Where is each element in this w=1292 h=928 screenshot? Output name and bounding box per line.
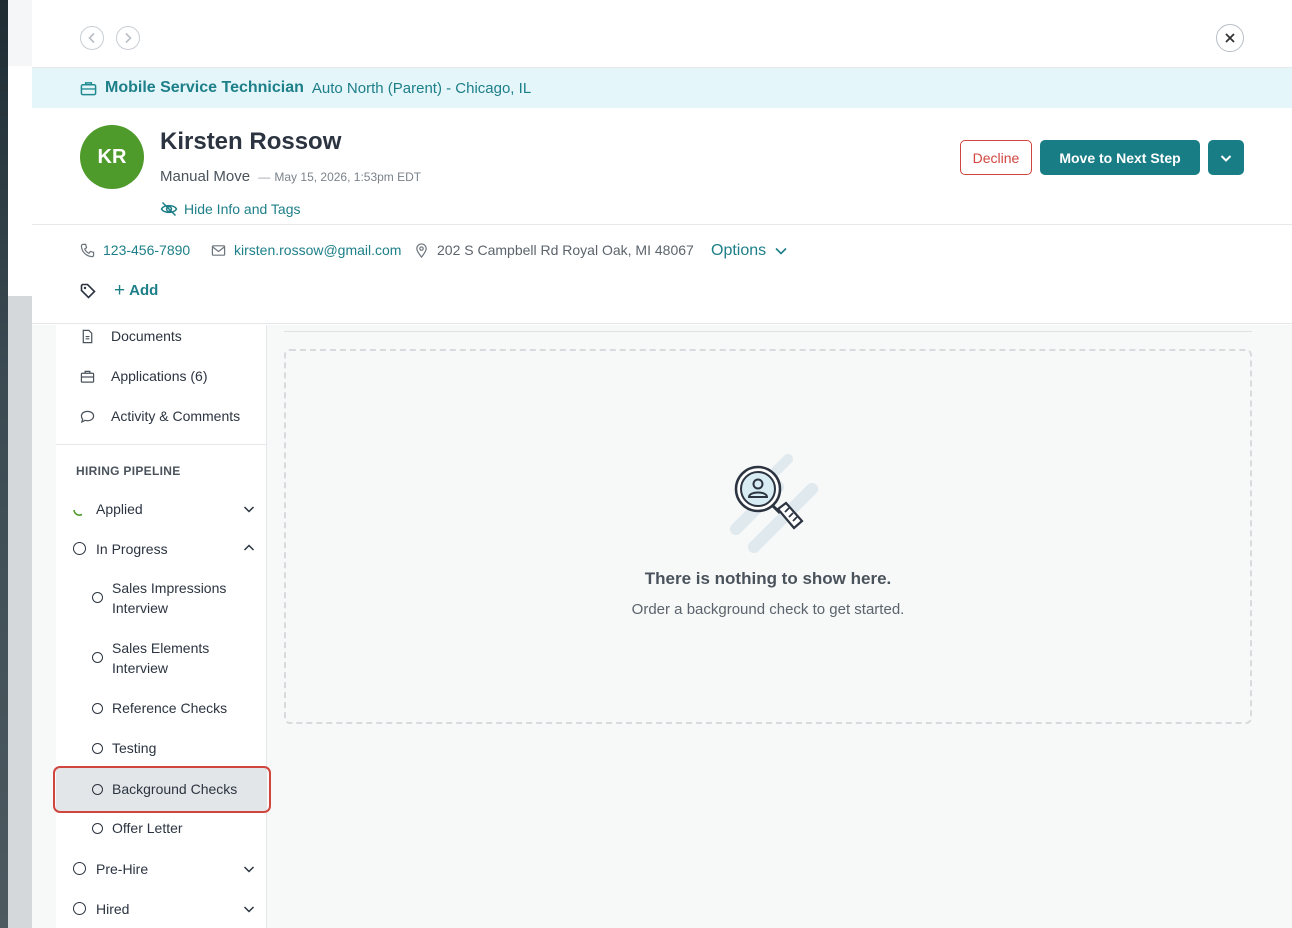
job-title-link[interactable]: Mobile Service Technician [105, 79, 304, 97]
progress-ring-icon [73, 509, 83, 516]
add-tag-label: Add [129, 282, 159, 299]
briefcase-icon [80, 81, 97, 95]
backdrop-bottom [8, 296, 32, 928]
tags-row: + Add [80, 281, 158, 300]
chevron-up-icon [243, 544, 255, 551]
briefcase-icon [80, 370, 95, 383]
document-icon [82, 329, 93, 343]
job-banner: Mobile Service Technician Auto North (Pa… [32, 68, 1292, 108]
avatar: KR [80, 125, 144, 189]
close-icon [1225, 33, 1235, 43]
pipeline-stage-hired[interactable]: Hired [56, 897, 267, 921]
selected-step-highlight [53, 766, 271, 813]
chevron-down-icon [1220, 154, 1232, 162]
add-tag-button[interactable]: + Add [114, 281, 158, 300]
tag-icon [80, 283, 96, 299]
eye-off-icon [160, 201, 178, 217]
options-label: Options [711, 242, 767, 259]
hide-info-label: Hide Info and Tags [184, 201, 301, 217]
pipeline-step-label: Testing [112, 740, 157, 756]
pipeline-stage-label: Hired [96, 901, 130, 917]
contact-info: 123-456-7890 kirsten.rossow@gmail.com 20… [32, 225, 1292, 324]
close-button[interactable] [1216, 24, 1244, 52]
plus-icon: + [114, 280, 126, 301]
next-candidate-button[interactable] [116, 26, 140, 50]
phone-icon [80, 243, 95, 257]
candidate-source: Manual Move [160, 168, 251, 185]
pipeline-stage-pre-hire[interactable]: Pre-Hire [56, 857, 267, 881]
phone-link[interactable]: 123-456-7890 [103, 242, 190, 258]
circle-icon [92, 823, 103, 834]
pipeline-step-label: Reference Checks [112, 700, 228, 716]
comment-icon [80, 410, 95, 423]
sidebar-item-label: Activity & Comments [111, 408, 241, 424]
sidebar-item-activity[interactable]: Activity & Comments [80, 408, 240, 424]
pipeline-step-label: Sales Impressions Interview [112, 580, 227, 616]
previous-candidate-button[interactable] [80, 26, 104, 50]
circle-icon [73, 542, 86, 555]
hide-info-toggle[interactable]: Hide Info and Tags [160, 200, 301, 218]
pipeline-stage-in-progress[interactable]: In Progress [56, 537, 267, 561]
chevron-left-icon [88, 32, 95, 44]
chevron-down-icon [243, 506, 255, 513]
pipeline-stage-label: In Progress [96, 541, 168, 557]
source-separator: — [258, 170, 271, 184]
backdrop [0, 0, 32, 928]
candidate-panel: Mobile Service Technician Auto North (Pa… [32, 0, 1292, 928]
pipeline-step-sales-elements[interactable]: Sales Elements Interview [56, 637, 267, 681]
address-text: 202 S Campbell Rd Royal Oak, MI 48067 [437, 242, 694, 258]
pipeline-stage-applied[interactable]: Applied [56, 497, 267, 521]
move-to-next-step-button[interactable]: Move to Next Step [1040, 140, 1200, 175]
content-divider [284, 331, 1252, 332]
circle-icon [92, 652, 103, 663]
empty-state-title: There is nothing to show here. [644, 569, 892, 588]
panel-body: Documents Applications (6) Activity & Co… [32, 325, 1292, 928]
sidebar-divider [56, 444, 267, 445]
sidebar-item-applications[interactable]: Applications (6) [80, 368, 208, 384]
phone-item: 123-456-7890 [80, 242, 190, 258]
email-link[interactable]: kirsten.rossow@gmail.com [234, 242, 401, 258]
chevron-down-icon [775, 247, 787, 255]
pipeline-step-reference-checks[interactable]: Reference Checks [56, 697, 267, 721]
pipeline-step-label: Sales Elements Interview [112, 640, 210, 676]
options-dropdown[interactable]: Options [711, 242, 788, 260]
circle-icon [73, 862, 86, 875]
circle-icon [92, 743, 103, 754]
address-item: 202 S Campbell Rd Royal Oak, MI 48067 [414, 242, 694, 258]
email-item: kirsten.rossow@gmail.com [211, 242, 401, 258]
panel-topbar [32, 0, 1292, 68]
pipeline-step-sales-impressions[interactable]: Sales Impressions Interview [56, 577, 267, 621]
chevron-down-icon [243, 866, 255, 873]
empty-state-subtitle: Order a background check to get started. [631, 601, 905, 618]
circle-icon [92, 592, 103, 603]
more-actions-dropdown-button[interactable] [1208, 140, 1244, 175]
backdrop-top [8, 0, 32, 66]
decline-button[interactable]: Decline [960, 140, 1032, 175]
job-location: Auto North (Parent) - Chicago, IL [311, 79, 532, 97]
pipeline-step-offer-letter[interactable]: Offer Letter [56, 817, 267, 841]
magnifier-person-icon [730, 454, 818, 553]
pipeline-heading: HIRING PIPELINE [76, 464, 181, 478]
pipeline-step-testing[interactable]: Testing [56, 737, 267, 761]
location-pin-icon [416, 242, 427, 258]
pipeline-stage-label: Pre-Hire [96, 861, 149, 877]
candidate-moved-date: May 15, 2026, 1:53pm EDT [274, 170, 422, 184]
backdrop-mid [8, 66, 32, 296]
mail-icon [211, 244, 226, 256]
empty-state-box: There is nothing to show here. Order a b… [284, 349, 1252, 724]
chevron-right-icon [125, 32, 132, 44]
sidebar-item-label: Applications (6) [111, 368, 208, 384]
pipeline-stage-label: Applied [96, 501, 143, 517]
sidebar-item-label: Documents [111, 328, 182, 344]
circle-icon [73, 902, 86, 915]
circle-icon [92, 703, 103, 714]
candidate-source-line: Manual Move — May 15, 2026, 1:53pm EDT [160, 168, 421, 185]
pipeline-step-label: Offer Letter [112, 820, 183, 836]
sidebar: Documents Applications (6) Activity & Co… [56, 325, 267, 928]
sidebar-item-documents[interactable]: Documents [80, 328, 182, 344]
candidate-name: Kirsten Rossow [160, 128, 342, 155]
chevron-down-icon [243, 906, 255, 913]
